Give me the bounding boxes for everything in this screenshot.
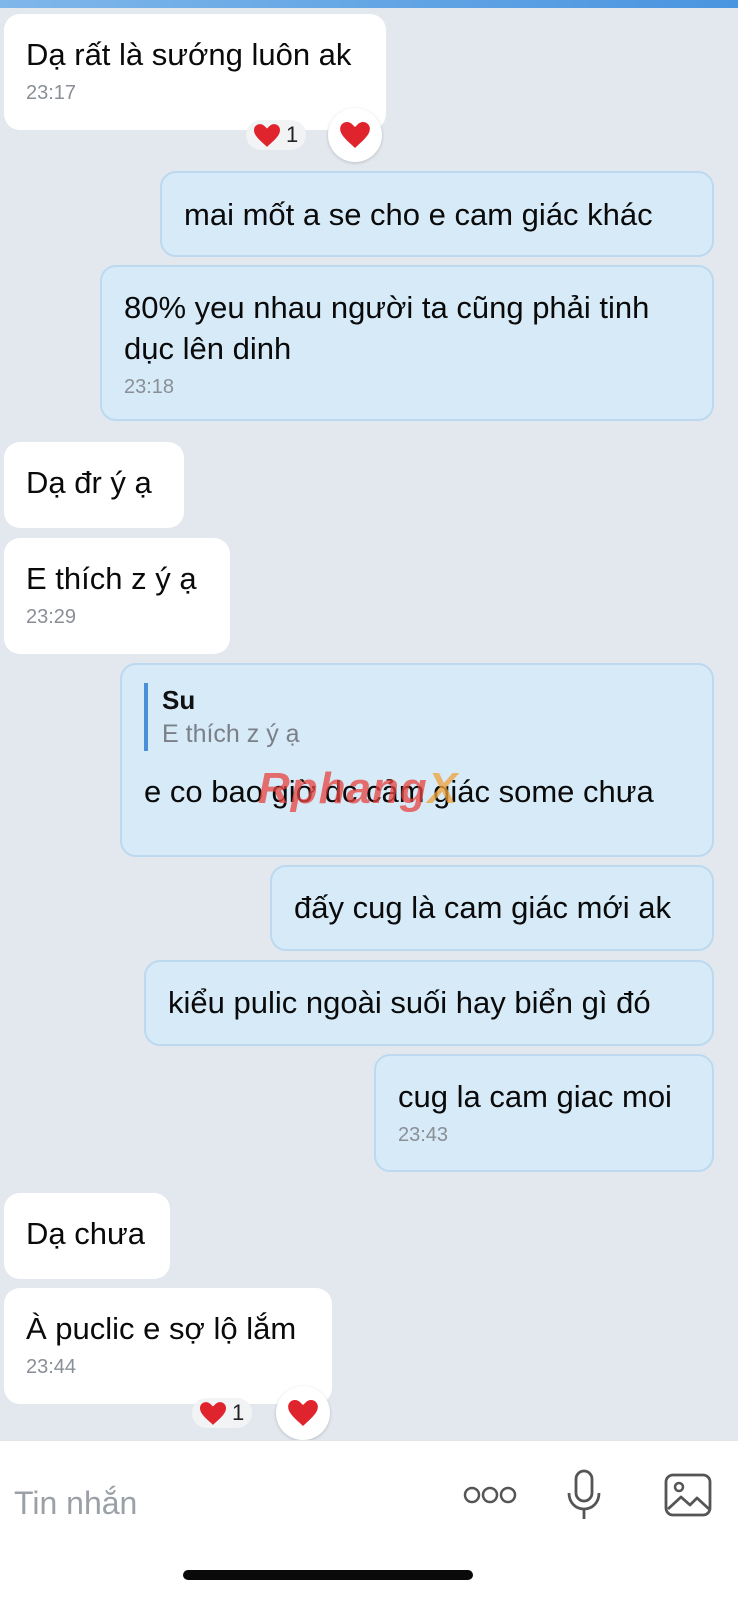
photo-button[interactable] [656,1465,720,1529]
reaction-summary[interactable]: 1 [246,120,307,150]
heart-icon [288,1400,318,1426]
message-time: 23:18 [124,376,175,398]
message-text: E thích z ý ạ [26,561,197,596]
reaction-summary[interactable]: 1 [192,1398,253,1428]
message-outgoing[interactable]: kiểu pulic ngoài suối hay biển gì đó [144,960,714,1046]
message-outgoing[interactable]: mai mốt a se cho e cam giác khác [160,171,714,257]
message-time: 23:43 [398,1124,449,1146]
voice-button[interactable] [552,1465,616,1529]
more-icon [462,1485,518,1510]
more-button[interactable] [458,1465,522,1529]
reaction-count: 1 [286,122,299,147]
message-text: kiểu pulic ngoài suối hay biển gì đó [168,985,651,1020]
message-incoming[interactable]: À puclic e sợ lộ lắm 23:44 [4,1288,332,1404]
heart-icon [254,123,280,147]
message-text: mai mốt a se cho e cam giác khác [184,197,653,232]
quote-author: Su [162,685,196,715]
message-time: 23:17 [26,82,77,104]
react-button[interactable] [328,108,382,162]
message-text: Dạ rất là sướng luôn ak [26,37,352,72]
message-outgoing[interactable]: 80% yeu nhau người ta cũng phải tinh dục… [100,265,714,421]
image-icon [664,1473,712,1522]
top-status-strip [0,0,738,8]
message-incoming[interactable]: Dạ rất là sướng luôn ak 23:17 [4,14,386,130]
microphone-icon [566,1469,602,1526]
message-text: e co bao giờ dc cảm giác some chưa [144,774,654,809]
quote-text: E thích z ý ạ [162,720,300,748]
message-time: 23:44 [26,1356,77,1378]
heart-icon [340,122,370,148]
message-incoming[interactable]: E thích z ý ạ 23:29 [4,538,230,654]
chat-thread[interactable]: Dạ rất là sướng luôn ak 23:17 1 mai mốt … [0,8,738,1440]
reaction-count: 1 [232,1400,245,1425]
message-outgoing[interactable]: cug la cam giac moi 23:43 [374,1054,714,1172]
message-text: cug la cam giac moi [398,1079,672,1114]
message-text: đấy cug là cam giác mới ak [294,890,671,925]
message-text: À puclic e sợ lộ lắm [26,1311,297,1346]
heart-icon [200,1401,226,1425]
react-button[interactable] [276,1386,330,1440]
message-outgoing-reply[interactable]: Su E thích z ý ạ e co bao giờ dc cảm giá… [120,663,714,857]
home-indicator[interactable] [183,1570,473,1580]
message-text: Dạ đr ý ạ [26,465,152,500]
message-incoming[interactable]: Dạ chưa [4,1193,170,1279]
quoted-message[interactable]: Su E thích z ý ạ [144,683,690,751]
message-time: 23:29 [26,606,77,628]
message-incoming[interactable]: Dạ đr ý ạ [4,442,184,528]
message-text: Dạ chưa [26,1216,145,1251]
message-text: 80% yeu nhau người ta cũng phải tinh dục… [124,290,650,366]
message-outgoing[interactable]: đấy cug là cam giác mới ak [270,865,714,951]
message-input[interactable]: Tin nhắn [14,1485,137,1522]
